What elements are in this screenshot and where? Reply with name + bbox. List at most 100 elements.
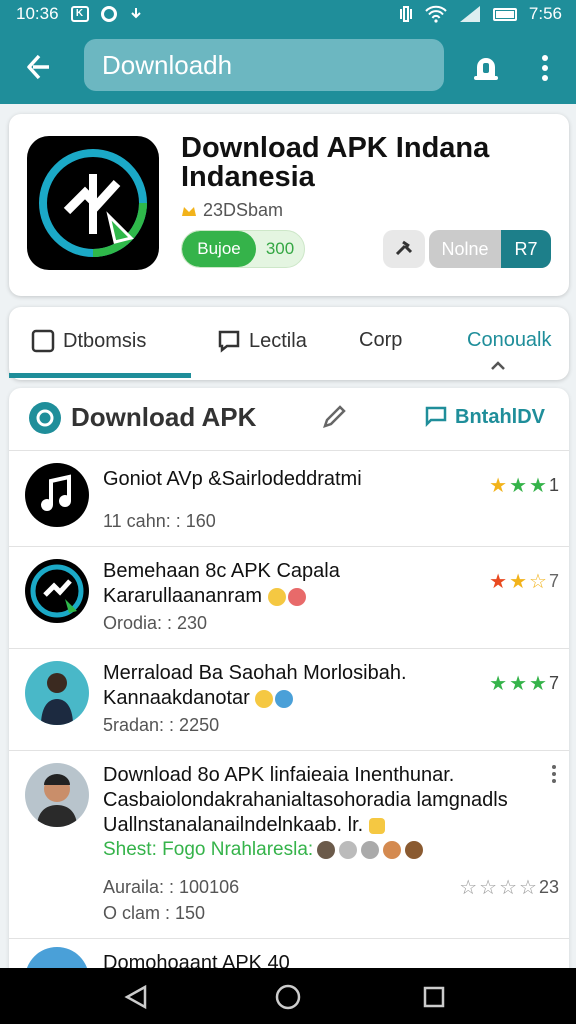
- emoji-face-icon: [275, 689, 294, 708]
- status-bar: 10:36 K 7:56: [0, 0, 576, 28]
- star-outline-icon: ☆: [499, 877, 518, 899]
- notifications-button[interactable]: [466, 48, 506, 88]
- item-title-line2: Casbaiolondakrahanialtasohoradia lamgnad…: [103, 789, 508, 811]
- item-rating: ★ ★ ★ 1: [489, 473, 559, 498]
- tab-corp[interactable]: Corp: [359, 329, 402, 352]
- star-icon: ★: [509, 475, 528, 497]
- avatar: [25, 763, 89, 827]
- download-button[interactable]: Bujoe 300: [181, 230, 305, 268]
- item-title-line1: Bemehaan 8c APK Capala: [103, 560, 340, 582]
- download-button-count: 300: [265, 239, 295, 258]
- wifi-icon: [425, 5, 447, 23]
- system-nav-bar: [0, 968, 576, 1024]
- list-item[interactable]: Merraload Ba Saohah Morlosibah. Kannaakd…: [9, 648, 569, 751]
- item-rating: ★ ★ ☆ 7: [489, 569, 559, 594]
- open-button[interactable]: Nolne R7: [429, 230, 551, 268]
- list-title: Download APK: [71, 402, 257, 432]
- tab-label: Corp: [359, 329, 403, 351]
- share-button[interactable]: [383, 230, 425, 268]
- star-icon: ★: [509, 571, 528, 593]
- app-logo-icon: [25, 559, 89, 623]
- star-icon: ☆: [529, 571, 547, 593]
- download-button-label: Bujoe: [182, 231, 256, 267]
- item-title-line2: Kararullaananram: [103, 584, 483, 609]
- search-bar[interactable]: [84, 39, 444, 91]
- chevron-up-icon: [491, 361, 505, 370]
- app-title-line2: Indanesia: [181, 161, 315, 193]
- search-input[interactable]: [96, 48, 439, 82]
- app-bar: [0, 28, 576, 104]
- list-item[interactable]: Goniot AVp &Sairlodeddratmi 11 cahn: : 1…: [9, 450, 569, 547]
- tab-dtbomsis[interactable]: Dtbomsis: [31, 329, 146, 353]
- item-rating: ★ ★ ★ 7: [489, 671, 559, 696]
- signal-icon: [459, 6, 480, 22]
- nav-recents-button[interactable]: [414, 980, 454, 1014]
- item-rating-value: 7: [548, 673, 559, 693]
- filter-icon: [425, 406, 447, 428]
- item-meta-secondary: O clam : 150: [103, 903, 206, 923]
- emoji-face-icon: [339, 841, 358, 859]
- share-icon: [395, 240, 413, 256]
- nav-back-icon: [124, 984, 147, 1010]
- app-logo-icon: [27, 136, 159, 270]
- emoji-face-icon: [383, 841, 402, 859]
- status-time-left: 10:36: [16, 4, 59, 23]
- download-status-icon: [130, 8, 141, 19]
- star-icon: ★: [509, 673, 528, 695]
- item-title-line2-text: Kannaakdanotar: [103, 687, 250, 709]
- app-rating: 23DSbam: [181, 200, 283, 221]
- item-meta: 11 cahn: : 160: [103, 511, 216, 531]
- list-header-link[interactable]: BntahlDV: [423, 404, 545, 430]
- tab-lectila[interactable]: Lectila: [217, 329, 307, 353]
- more-options-button[interactable]: [530, 48, 560, 88]
- emoji-face-icon: [255, 689, 274, 708]
- crown-icon: [182, 206, 196, 216]
- emoji-hand-icon: [368, 817, 385, 834]
- download-list: Download APK BntahlDV Goniot AVp &Sairlo…: [9, 388, 569, 1024]
- more-vertical-icon[interactable]: [551, 765, 557, 783]
- list-item[interactable]: Download 8o APK linfaieaia Inenthunar. C…: [9, 750, 569, 939]
- list-item[interactable]: Bemehaan 8c APK Capala Kararullaananram …: [9, 546, 569, 649]
- nav-recents-icon: [423, 986, 445, 1008]
- item-tags: Shest: Fogo Nrahlaresla:: [103, 839, 424, 861]
- avatar: [25, 661, 89, 725]
- tab-label: Conoualk: [467, 329, 552, 351]
- download-logo-icon: [29, 402, 61, 434]
- notification-icon: K: [70, 6, 89, 22]
- item-meta: Auraila: : 100106: [103, 877, 240, 897]
- emoji-face-icon: [287, 587, 306, 606]
- open-button-badge: R7: [501, 230, 551, 268]
- chat-icon: [218, 330, 240, 353]
- nav-home-icon: [275, 984, 301, 1010]
- item-title-line2-text: Kararullaananram: [103, 585, 262, 607]
- status-time-right: 7:56: [528, 4, 562, 23]
- star-outline-icon: ☆: [519, 877, 537, 899]
- battery-icon: [492, 7, 517, 21]
- tab-indicator: [9, 373, 191, 378]
- emoji-face-icon: [267, 587, 286, 606]
- tab-label: Lectila: [249, 329, 307, 352]
- app-title-line1: Download APK Indana: [181, 132, 490, 164]
- edit-icon[interactable]: [321, 404, 347, 430]
- item-tags-text: Shest: Fogo Nrahlaresla:: [103, 839, 314, 860]
- tab-bar: Dtbomsis Lectila Corp Conoualk: [9, 307, 569, 380]
- item-rating-value: 23: [538, 877, 559, 897]
- nav-back-button[interactable]: [116, 980, 156, 1014]
- emoji-face-icon: [317, 841, 336, 859]
- item-rating-value: 1: [548, 475, 559, 495]
- tab-label: Dtbomsis: [63, 329, 147, 352]
- item-title: Goniot AVp &Sairlodeddratmi: [103, 468, 362, 490]
- emoji-face-icon: [361, 841, 380, 859]
- star-outline-icon: ☆: [459, 877, 478, 899]
- sync-icon: [100, 6, 117, 22]
- item-title-line3-text: Uallnstanalanailndelnkaab. lr.: [103, 814, 364, 836]
- nav-home-button[interactable]: [268, 980, 308, 1014]
- tab-conoualk[interactable]: Conoualk: [467, 329, 552, 352]
- item-title-line2: Kannaakdanotar: [103, 686, 483, 711]
- back-button[interactable]: [22, 50, 56, 84]
- item-rating: ☆ ☆ ☆ ☆ 23: [459, 875, 559, 900]
- item-meta: Orodia: : 230: [103, 613, 208, 633]
- back-arrow-icon: [27, 54, 49, 80]
- item-title-line1: Download 8o APK linfaieaia Inenthunar.: [103, 764, 455, 786]
- list-header-link-label: BntahlDV: [455, 405, 545, 428]
